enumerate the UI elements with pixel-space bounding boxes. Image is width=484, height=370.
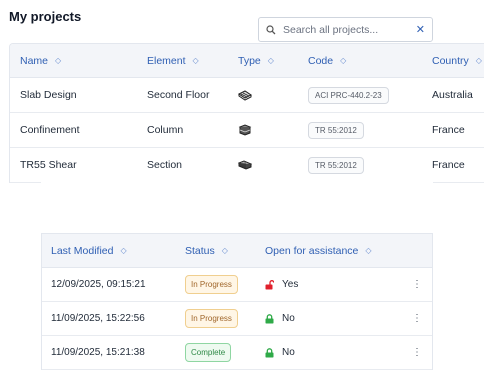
- assistance-value: Yes: [282, 279, 299, 290]
- sort-icon[interactable]: ◇: [340, 56, 346, 65]
- column-header-open-for-assistance[interactable]: Open for assistance ◇: [265, 234, 372, 267]
- table-row[interactable]: 12/09/2025, 09:15:21 In Progress Yes ⋮: [42, 268, 432, 302]
- project-name: TR55 Shear: [20, 159, 77, 171]
- locked-icon: [265, 313, 274, 323]
- project-element: Section: [147, 159, 183, 171]
- assistance-cell: Yes: [265, 268, 298, 301]
- close-icon[interactable]: ✕: [416, 23, 425, 36]
- project-country: France: [432, 159, 465, 171]
- slab-icon: [238, 78, 252, 112]
- column-header-label: Status: [185, 244, 215, 257]
- details-table-header: Last Modified ◇ Status ◇ Open for assistan…: [42, 234, 432, 268]
- column-header-name[interactable]: Name ◇: [20, 44, 61, 77]
- status-badge: Complete: [185, 343, 232, 362]
- column-header-country[interactable]: Country ◇: [432, 44, 482, 77]
- column-header-label: Open for assistance: [265, 244, 359, 257]
- code-cell: ACI PRC-440.2-23: [308, 78, 389, 112]
- projects-table-header: Name ◇ Element ◇ Type ◇ Code ◇ Country ◇: [10, 44, 484, 78]
- column-header-label: Element: [147, 54, 186, 67]
- column-icon: [238, 113, 252, 147]
- project-element: Second Floor: [147, 89, 210, 101]
- table-row[interactable]: Confinement Column TR 55:2012 France: [10, 113, 484, 148]
- search-icon: [266, 24, 276, 34]
- code-cell: TR 55:2012: [308, 148, 364, 182]
- project-name: Confinement: [20, 124, 80, 136]
- projects-table: Name ◇ Element ◇ Type ◇ Code ◇ Country ◇ Slab…: [9, 43, 484, 183]
- assistance-value: No: [282, 347, 295, 358]
- column-header-type[interactable]: Type ◇: [238, 44, 274, 77]
- assistance-cell: No: [265, 302, 295, 335]
- table-row[interactable]: 11/09/2025, 15:22:56 In Progress No ⋮: [42, 302, 432, 336]
- assistance-cell: No: [265, 336, 295, 369]
- locked-icon: [265, 347, 274, 357]
- column-header-label: Country: [432, 54, 469, 67]
- table-row[interactable]: 11/09/2025, 15:21:38 Complete No ⋮: [42, 336, 432, 370]
- assistance-value: No: [282, 313, 295, 324]
- sort-icon[interactable]: ◇: [365, 246, 371, 255]
- section-icon: [238, 148, 252, 182]
- last-modified: 12/09/2025, 09:15:21: [51, 279, 146, 290]
- table-row[interactable]: Slab Design Second Floor ACI PRC-440.2-2…: [10, 78, 484, 113]
- status-cell: In Progress: [185, 302, 238, 335]
- unlocked-icon: [265, 279, 274, 289]
- sort-icon[interactable]: ◇: [222, 246, 228, 255]
- project-country: France: [432, 124, 465, 136]
- column-header-element[interactable]: Element ◇: [147, 44, 199, 77]
- column-header-label: Last Modified: [51, 244, 114, 257]
- column-header-label: Code: [308, 54, 334, 67]
- column-header-last-modified[interactable]: Last Modified ◇: [51, 234, 127, 267]
- code-badge: TR 55:2012: [308, 156, 364, 174]
- sort-icon[interactable]: ◇: [193, 56, 199, 65]
- project-element: Column: [147, 124, 184, 136]
- sort-icon[interactable]: ◇: [268, 56, 274, 65]
- status-badge: In Progress: [185, 275, 238, 294]
- status-badge: In Progress: [185, 309, 238, 328]
- code-badge: TR 55:2012: [308, 121, 364, 139]
- last-modified: 11/09/2025, 15:21:38: [51, 347, 145, 358]
- search-input[interactable]: Search all projects... ✕: [258, 17, 433, 42]
- page-title: My projects: [9, 9, 82, 24]
- sort-icon[interactable]: ◇: [476, 56, 482, 65]
- column-header-label: Type: [238, 54, 261, 67]
- code-badge: ACI PRC-440.2-23: [308, 86, 389, 104]
- column-header-label: Name: [20, 54, 49, 67]
- search-placeholder: Search all projects...: [283, 23, 379, 36]
- table-row[interactable]: TR55 Shear Section TR 55:2012 France: [10, 148, 484, 183]
- status-cell: Complete: [185, 336, 232, 369]
- column-header-code[interactable]: Code ◇: [308, 44, 346, 77]
- last-modified: 11/09/2025, 15:22:56: [51, 313, 145, 324]
- sort-icon[interactable]: ◇: [120, 246, 126, 255]
- more-options-icon[interactable]: ⋮: [412, 268, 422, 301]
- more-options-icon[interactable]: ⋮: [412, 302, 422, 335]
- more-options-icon[interactable]: ⋮: [412, 336, 422, 369]
- status-cell: In Progress: [185, 268, 238, 301]
- column-header-status[interactable]: Status ◇: [185, 234, 228, 267]
- details-table: Last Modified ◇ Status ◇ Open for assistan…: [41, 233, 433, 370]
- sort-icon[interactable]: ◇: [55, 56, 61, 65]
- project-name: Slab Design: [20, 89, 77, 101]
- project-country: Australia: [432, 89, 473, 101]
- code-cell: TR 55:2012: [308, 113, 364, 147]
